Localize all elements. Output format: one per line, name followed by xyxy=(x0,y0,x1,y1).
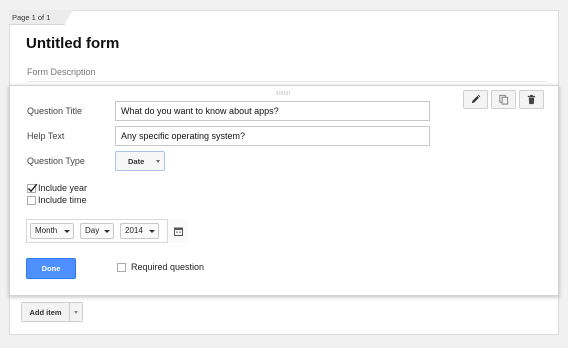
delete-button[interactable] xyxy=(519,90,544,109)
question-type-label: Question Type xyxy=(27,156,85,166)
chevron-down-icon xyxy=(156,160,160,163)
chevron-down-icon xyxy=(74,311,78,314)
drag-handle-icon[interactable] xyxy=(276,91,290,95)
question-type-select[interactable]: Date xyxy=(115,151,165,171)
required-question-option[interactable]: Required question xyxy=(117,262,204,272)
year-select[interactable]: 2014 xyxy=(120,223,159,239)
duplicate-button[interactable] xyxy=(491,90,516,109)
form-title[interactable]: Untitled form xyxy=(26,35,119,52)
add-item-button[interactable]: Add item xyxy=(21,302,70,322)
question-title-input[interactable]: What do you want to know about apps? xyxy=(115,101,430,121)
description-divider xyxy=(27,81,547,82)
day-select-label: Day xyxy=(85,226,100,235)
edit-button[interactable] xyxy=(463,90,488,109)
add-item-dropdown[interactable] xyxy=(69,302,83,322)
day-select[interactable]: Day xyxy=(80,223,114,239)
form-description[interactable]: Form Description xyxy=(27,67,96,77)
month-select-label: Month xyxy=(35,226,58,235)
pencil-icon xyxy=(471,94,481,104)
chevron-down-icon xyxy=(149,230,155,233)
chevron-down-icon xyxy=(64,230,70,233)
duplicate-icon xyxy=(499,94,509,105)
question-title-label: Question Title xyxy=(27,106,83,116)
include-time-label: Include time xyxy=(38,195,87,205)
calendar-icon xyxy=(173,227,183,236)
checkmark-icon xyxy=(27,183,38,192)
help-text-input[interactable]: Any specific operating system? xyxy=(115,126,430,146)
month-select[interactable]: Month xyxy=(30,223,74,239)
include-year-checkbox[interactable] xyxy=(27,183,38,193)
calendar-button[interactable] xyxy=(167,219,188,243)
include-time-checkbox[interactable] xyxy=(27,195,36,205)
include-time-option[interactable]: Include time xyxy=(27,195,87,205)
required-question-label: Required question xyxy=(131,262,205,272)
page-indicator: Page 1 of 1 xyxy=(9,10,73,25)
include-year-label: Include year xyxy=(38,183,88,193)
question-type-value: Date xyxy=(128,157,145,166)
trash-icon xyxy=(527,94,536,105)
required-question-checkbox[interactable] xyxy=(117,262,126,272)
chevron-down-icon xyxy=(104,230,110,233)
help-text-label: Help Text xyxy=(27,131,65,141)
year-select-label: 2014 xyxy=(125,226,143,235)
done-button[interactable]: Done xyxy=(26,258,76,279)
include-year-option[interactable]: Include year xyxy=(27,183,87,193)
